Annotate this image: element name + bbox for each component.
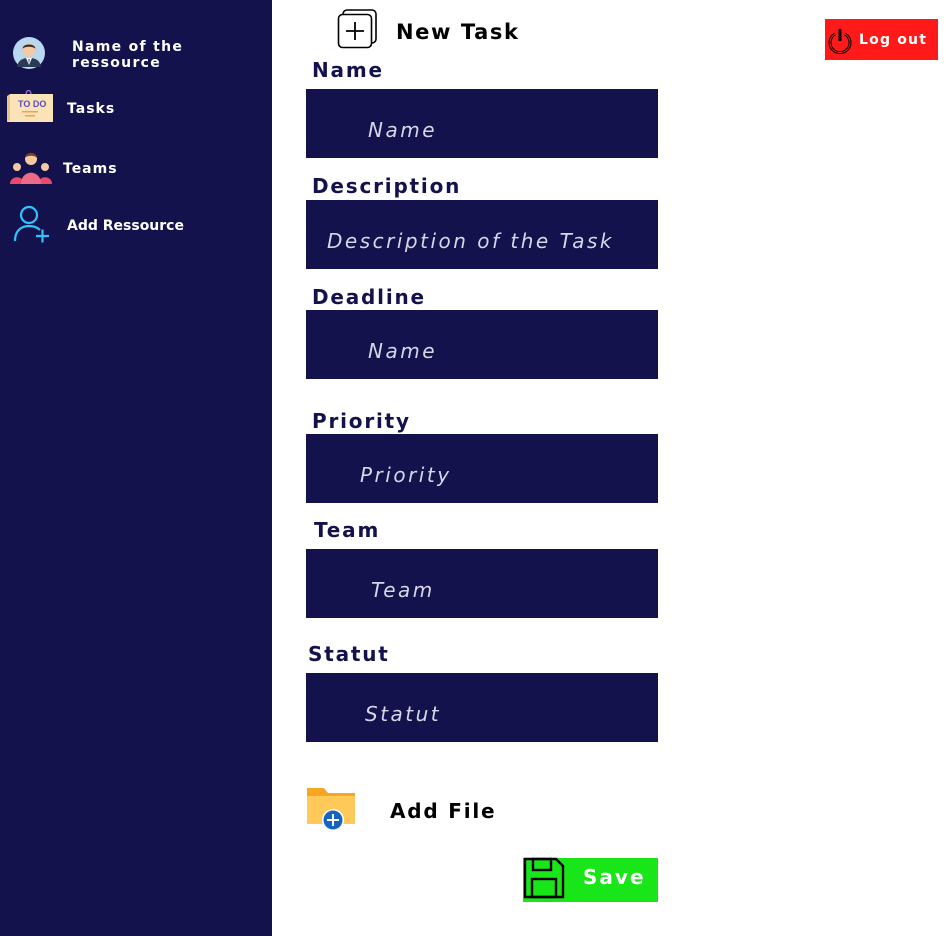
- sidebar-item-label: Name of the ressource: [72, 39, 184, 71]
- floppy-disk-icon: [523, 857, 565, 904]
- logout-button[interactable]: Log out: [825, 19, 938, 60]
- name-input[interactable]: [306, 89, 658, 158]
- deadline-label: Deadline: [312, 285, 426, 309]
- sidebar-item-tasks[interactable]: TO DO Tasks: [7, 89, 116, 128]
- add-file-label: Add File: [390, 798, 497, 823]
- sidebar: Name of the ressource TO DO Tasks Teams …: [0, 0, 272, 936]
- logout-label: Log out: [859, 31, 928, 48]
- folder-add-icon: [306, 784, 356, 837]
- team-input[interactable]: [306, 549, 658, 618]
- power-icon: [827, 25, 853, 55]
- sidebar-item-label: Tasks: [67, 101, 116, 117]
- todo-note-icon: TO DO: [7, 89, 53, 128]
- sidebar-item-add-resource[interactable]: Add Ressource: [13, 205, 184, 247]
- description-label: Description: [312, 174, 462, 198]
- team-label: Team: [314, 518, 381, 542]
- add-user-icon: [13, 205, 51, 247]
- statut-input[interactable]: [306, 673, 658, 742]
- page-header: New Task: [337, 9, 520, 54]
- sidebar-item-resource-name[interactable]: Name of the ressource: [12, 36, 272, 74]
- user-avatar-icon: [12, 36, 46, 74]
- sidebar-item-label: Teams: [63, 161, 118, 177]
- sidebar-item-teams[interactable]: Teams: [10, 150, 118, 188]
- name-label: Name: [312, 58, 384, 82]
- save-label: Save: [583, 865, 646, 889]
- priority-input[interactable]: [306, 434, 658, 503]
- save-button[interactable]: Save: [523, 857, 658, 904]
- deadline-input[interactable]: [306, 310, 658, 379]
- sidebar-item-label: Add Ressource: [67, 218, 184, 234]
- team-people-icon: [10, 150, 52, 188]
- statut-label: Statut: [308, 642, 390, 666]
- add-file-button[interactable]: Add File: [306, 784, 496, 837]
- plus-square-icon: [337, 9, 378, 54]
- svg-text:TO DO: TO DO: [18, 99, 46, 109]
- description-input[interactable]: [306, 200, 658, 269]
- page-title: New Task: [396, 19, 520, 44]
- priority-label: Priority: [312, 409, 411, 433]
